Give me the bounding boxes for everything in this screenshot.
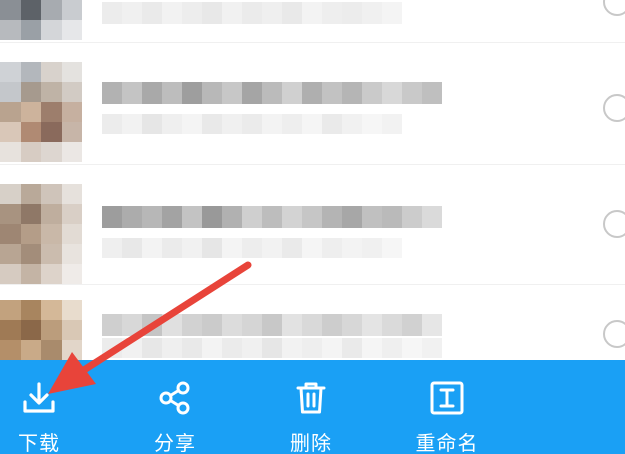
file-thumbnail — [0, 62, 82, 162]
select-circle[interactable] — [603, 94, 625, 122]
select-circle[interactable] — [603, 0, 625, 16]
share-icon — [130, 378, 220, 418]
download-label: 下载 — [18, 431, 60, 454]
rename-label: 重命名 — [415, 431, 479, 454]
trash-icon — [266, 378, 356, 418]
list-item[interactable] — [0, 52, 625, 165]
share-button[interactable]: 分享 — [130, 378, 220, 454]
file-title-blurred — [102, 314, 442, 336]
file-meta-blurred — [102, 114, 402, 134]
share-label: 分享 — [154, 431, 196, 454]
list-item[interactable] — [0, 0, 625, 43]
select-circle[interactable] — [603, 320, 625, 348]
file-meta-blurred — [102, 338, 442, 358]
file-meta-blurred — [102, 238, 402, 258]
file-title-blurred — [102, 82, 442, 104]
delete-label: 删除 — [290, 431, 332, 454]
file-thumbnail — [0, 0, 82, 40]
file-manager-screen: 下载 分享 删除 重命名 — [0, 0, 625, 454]
delete-button[interactable]: 删除 — [266, 378, 356, 454]
rename-button[interactable]: 重命名 — [402, 378, 492, 454]
file-title-blurred — [102, 2, 402, 24]
download-icon — [0, 378, 84, 418]
bottom-action-toolbar: 下载 分享 删除 重命名 — [0, 360, 625, 454]
download-button[interactable]: 下载 — [0, 378, 84, 454]
file-title-blurred — [102, 206, 442, 228]
file-list — [0, 0, 625, 405]
file-thumbnail — [0, 184, 82, 284]
list-item[interactable] — [0, 172, 625, 285]
rename-icon — [402, 378, 492, 418]
select-circle[interactable] — [603, 210, 625, 238]
